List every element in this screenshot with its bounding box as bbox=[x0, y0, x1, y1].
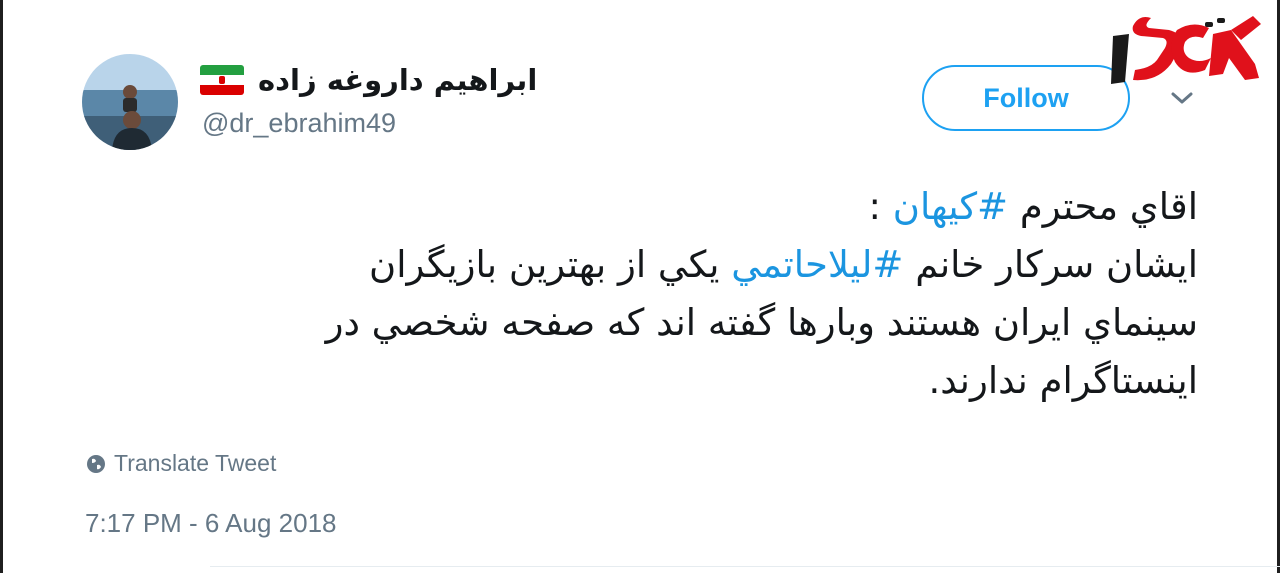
timestamp[interactable]: 7:17 PM - 6 Aug 2018 bbox=[85, 508, 337, 539]
tweet-line-4: اينستاگرام ندارند. bbox=[928, 359, 1198, 402]
tweet-line-1: اقاي محترم #كيهان : bbox=[868, 185, 1198, 228]
display-name[interactable]: ابراهيم داروغه زاده bbox=[258, 63, 537, 97]
hashtag-link[interactable]: #كيهان bbox=[893, 185, 1008, 228]
user-handle[interactable]: @dr_ebrahim49 bbox=[202, 108, 396, 139]
follow-button[interactable]: Follow bbox=[922, 65, 1130, 131]
left-border bbox=[0, 0, 3, 573]
hashtag-link[interactable]: #ليلاحاتمي bbox=[731, 243, 903, 286]
tweet-text: اقاي محترم #كيهان : ايشان سركار خانم #لي… bbox=[78, 178, 1198, 410]
iran-flag-icon bbox=[200, 65, 244, 95]
tweet-line-2: ايشان سركار خانم #ليلاحاتمي يكي از بهتري… bbox=[369, 243, 1198, 286]
globe-icon bbox=[87, 454, 105, 473]
site-logo bbox=[1111, 16, 1261, 84]
tweet-screenshot: ابراهيم داروغه زاده @dr_ebrahim49 Follow… bbox=[0, 0, 1280, 573]
translate-tweet-link[interactable]: Translate Tweet bbox=[86, 450, 276, 477]
avatar-image bbox=[82, 54, 178, 150]
translate-label: Translate Tweet bbox=[114, 450, 277, 476]
tweet-line-3: سينماي ايران هستند وبارها گفته اند كه صف… bbox=[325, 301, 1198, 344]
divider bbox=[210, 566, 1280, 567]
name-row: ابراهيم داروغه زاده bbox=[200, 60, 537, 100]
chevron-down-icon[interactable] bbox=[1168, 88, 1196, 108]
avatar[interactable] bbox=[82, 54, 178, 150]
